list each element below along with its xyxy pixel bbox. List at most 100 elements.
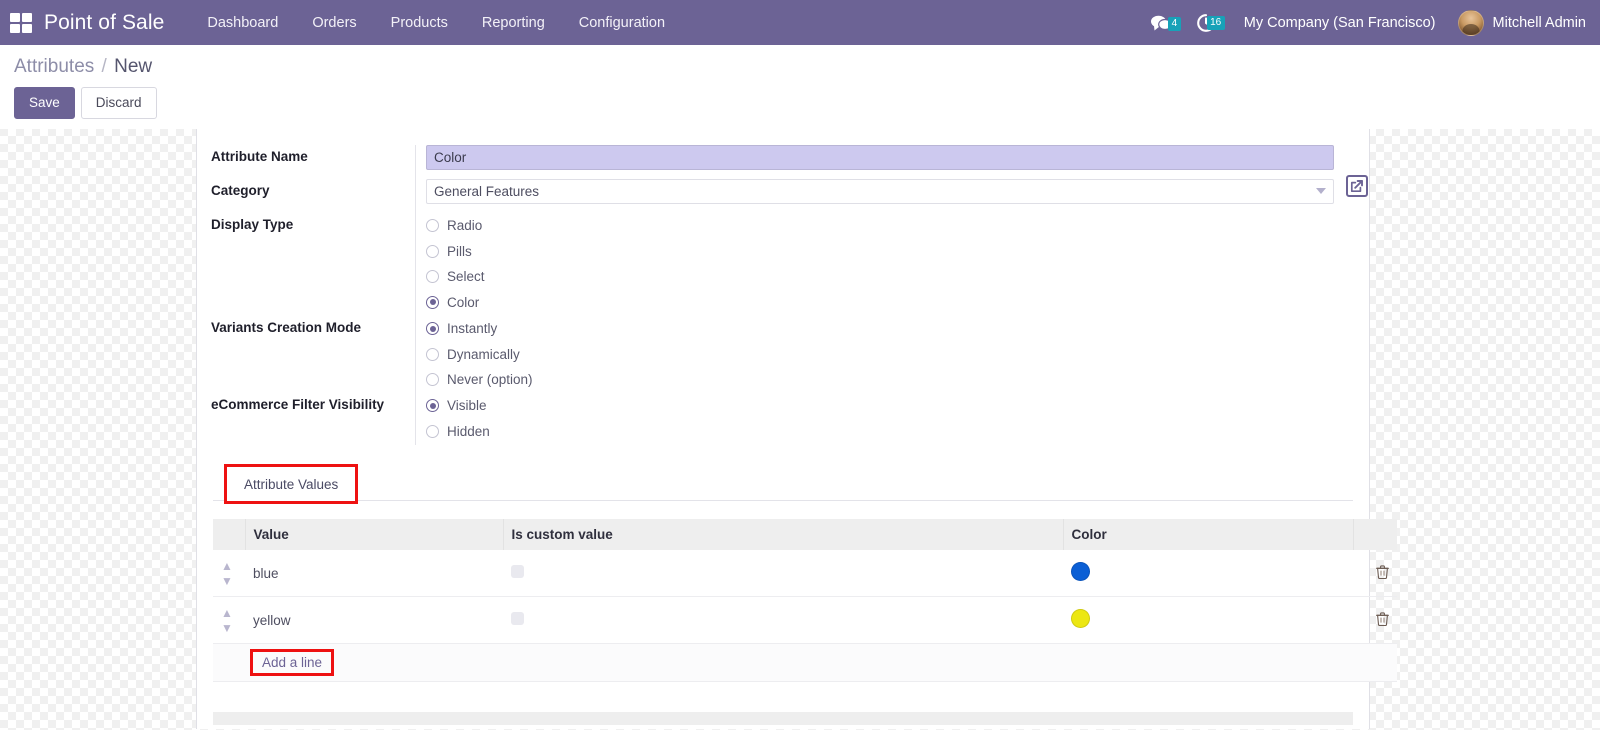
apps-grid-icon[interactable]: [10, 12, 32, 33]
trash-icon[interactable]: [1376, 611, 1389, 629]
radio-variants-never-label: Never (option): [447, 372, 533, 388]
chatter-placeholder-bar: [213, 712, 1353, 726]
drag-handle-icon[interactable]: ▲ ▼: [221, 559, 233, 588]
discard-button[interactable]: Discard: [80, 86, 157, 120]
messages-button[interactable]: 4: [1138, 14, 1184, 32]
form-view-background: Attribute Name Category: [0, 129, 1600, 730]
notebook: Attribute Values: [197, 464, 1369, 505]
radio-icon: [426, 373, 439, 387]
label-variants-creation-mode: Variants Creation Mode: [211, 320, 362, 336]
user-menu[interactable]: Mitchell Admin: [1452, 9, 1596, 36]
radio-display-type-select-label: Select: [447, 269, 485, 285]
row-drag-cell[interactable]: ▲ ▼: [213, 550, 245, 598]
company-switcher[interactable]: My Company (San Francisco): [1228, 15, 1452, 31]
notebook-tabs: Attribute Values: [213, 464, 1353, 505]
add-line-cell[interactable]: Add a line: [245, 643, 1397, 683]
radio-display-type-color-label: Color: [447, 294, 480, 310]
cell-value[interactable]: yellow: [245, 596, 503, 645]
radio-selected-icon: [426, 399, 439, 413]
radio-selected-icon: [426, 322, 439, 336]
radio-variants-dynamically[interactable]: Dynamically: [426, 342, 1369, 368]
breadcrumb-current: New: [114, 56, 153, 77]
radio-display-type-pills[interactable]: Pills: [426, 239, 1369, 265]
attribute-name-input[interactable]: [426, 145, 1334, 171]
label-category: Category: [211, 183, 270, 199]
table-row[interactable]: ▲ ▼ yellow: [213, 596, 1397, 645]
radio-ecommerce-visible-label: Visible: [447, 398, 487, 414]
cell-is-custom-value[interactable]: [503, 550, 1063, 598]
breadcrumb: Attributes / New: [14, 56, 1586, 78]
radio-icon: [426, 347, 439, 361]
record-action-buttons: Save Discard: [14, 86, 1586, 120]
app-brand-title[interactable]: Point of Sale: [44, 11, 164, 35]
attribute-values-list: Value Is custom value Color ▲ ▼ blue ▲ ▼…: [197, 519, 1397, 683]
table-body: ▲ ▼ blue ▲ ▼ yellow Add a line: [213, 550, 1397, 683]
radio-display-type-color[interactable]: Color: [426, 290, 1369, 316]
radio-ecommerce-hidden-label: Hidden: [447, 423, 490, 439]
radio-variants-instantly[interactable]: Instantly: [426, 316, 1369, 342]
internal-link-icon[interactable]: [1346, 175, 1368, 198]
tab-attribute-values[interactable]: Attribute Values: [223, 464, 359, 505]
menu-item-configuration[interactable]: Configuration: [562, 2, 682, 44]
main-menu: Dashboard Orders Products Reporting Conf…: [190, 2, 682, 44]
radio-icon: [426, 244, 439, 258]
add-a-line-button[interactable]: Add a line: [249, 649, 335, 677]
color-swatch-yellow[interactable]: [1071, 609, 1090, 629]
top-navbar: Point of Sale Dashboard Orders Products …: [0, 0, 1600, 45]
cell-value[interactable]: blue: [245, 550, 503, 598]
radio-selected-icon: [426, 295, 439, 309]
label-attribute-name: Attribute Name: [211, 149, 308, 165]
row-drag-cell[interactable]: ▲ ▼: [213, 596, 245, 645]
cell-color[interactable]: [1063, 596, 1353, 645]
cell-delete[interactable]: [1353, 550, 1397, 598]
radio-variants-instantly-label: Instantly: [447, 321, 498, 337]
field-attribute-name: [415, 145, 1369, 180]
table-row[interactable]: ▲ ▼ blue: [213, 550, 1397, 598]
trash-icon[interactable]: [1376, 564, 1389, 582]
column-header-is-custom-value[interactable]: Is custom value: [503, 519, 1064, 551]
activities-button[interactable]: 16: [1184, 13, 1228, 33]
checkbox-icon[interactable]: [511, 612, 524, 626]
radio-display-type-radio[interactable]: Radio: [426, 213, 1369, 239]
radio-ecommerce-visible[interactable]: Visible: [426, 393, 1369, 419]
category-input[interactable]: [426, 179, 1334, 205]
radio-display-type-pills-label: Pills: [447, 243, 472, 259]
menu-item-reporting[interactable]: Reporting: [465, 2, 562, 44]
radio-display-type-radio-label: Radio: [447, 218, 483, 234]
save-button[interactable]: Save: [14, 86, 75, 120]
table-header-row: Value Is custom value Color: [213, 519, 1397, 551]
activities-counter: 16: [1206, 15, 1225, 30]
color-swatch-blue[interactable]: [1071, 562, 1090, 582]
menu-item-products[interactable]: Products: [374, 2, 465, 44]
label-display-type: Display Type: [211, 217, 294, 233]
form-fields-grid: Attribute Name Category: [197, 145, 1369, 446]
column-header-color[interactable]: Color: [1063, 519, 1354, 551]
navbar-right-zone: 4 16 My Company (San Francisco) Mitchell…: [1138, 0, 1600, 45]
column-header-delete: [1353, 519, 1397, 551]
drag-handle-icon[interactable]: ▲ ▼: [221, 606, 233, 635]
radio-icon: [426, 424, 439, 438]
table-header: Value Is custom value Color: [213, 519, 1397, 551]
messages-counter: 4: [1168, 16, 1181, 31]
form-sheet: Attribute Name Category: [196, 129, 1397, 730]
field-category: [415, 175, 1369, 214]
breadcrumb-separator: /: [101, 56, 107, 77]
cell-color[interactable]: [1063, 550, 1353, 598]
column-header-handle: [213, 519, 246, 551]
menu-item-orders[interactable]: Orders: [295, 2, 373, 44]
add-line-row[interactable]: Add a line: [213, 643, 1397, 683]
radio-icon: [426, 219, 439, 233]
radio-ecommerce-hidden[interactable]: Hidden: [426, 419, 1369, 445]
avatar: [1457, 9, 1484, 36]
breadcrumb-attributes[interactable]: Attributes: [14, 56, 94, 77]
radio-variants-never[interactable]: Never (option): [426, 367, 1369, 393]
radio-display-type-select[interactable]: Select: [426, 264, 1369, 290]
column-header-value[interactable]: Value: [245, 519, 504, 551]
menu-item-dashboard[interactable]: Dashboard: [190, 2, 295, 44]
field-display-type: Radio Pills Select Color: [415, 213, 1369, 317]
checkbox-icon[interactable]: [511, 565, 524, 579]
cell-is-custom-value[interactable]: [503, 596, 1063, 645]
cell-delete[interactable]: [1353, 596, 1397, 645]
chevron-down-icon[interactable]: [1316, 188, 1326, 195]
add-line-spacer: [213, 643, 245, 683]
